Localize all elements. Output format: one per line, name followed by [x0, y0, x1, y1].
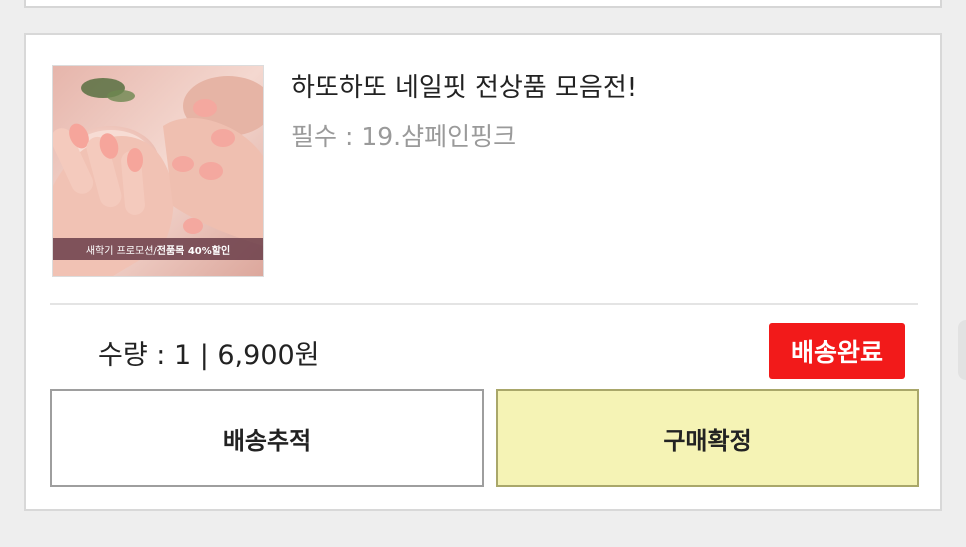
thumbnail-caption-highlight: 전품목 40%할인	[156, 245, 231, 257]
status-badge: 배송완료	[769, 323, 905, 379]
scrollbar[interactable]	[958, 320, 966, 380]
order-item-card: 새학기 프로모션/ 전품목 40%할인 하또하또 네일핏 전상품 모음전! 필수…	[24, 33, 942, 511]
quantity-price: 수량 : 1 | 6,900원	[98, 340, 320, 371]
confirm-purchase-button[interactable]: 구매확정	[496, 389, 919, 487]
track-delivery-button[interactable]: 배송추적	[50, 389, 484, 487]
thumbnail-caption: 새학기 프로모션/ 전품목 40%할인	[53, 238, 263, 260]
product-title[interactable]: 하또하또 네일핏 전상품 모음전!	[291, 67, 637, 104]
thumbnail-caption-prefix: 새학기 프로모션/	[85, 245, 157, 257]
previous-order-card	[24, 0, 942, 8]
product-thumbnail[interactable]: 새학기 프로모션/ 전품목 40%할인	[52, 65, 264, 277]
divider	[50, 303, 918, 305]
product-option: 필수 : 19.샴페인핑크	[291, 122, 517, 151]
